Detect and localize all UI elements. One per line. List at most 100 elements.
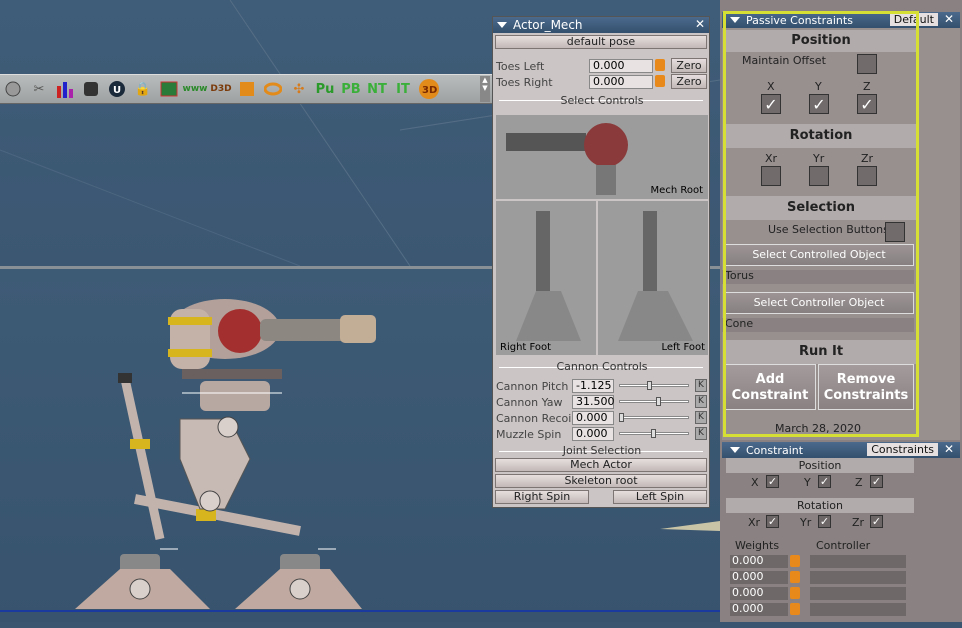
- weight-field-2[interactable]: 0.000: [730, 571, 788, 584]
- controller-object-field[interactable]: Cone: [722, 318, 914, 332]
- toes-right-field[interactable]: 0.000: [589, 75, 653, 89]
- weight-spinner-1[interactable]: [790, 555, 800, 567]
- toes-left-zero-button[interactable]: Zero: [671, 58, 707, 73]
- toolbar-scroll-arrows[interactable]: ▲ ▼: [480, 76, 490, 102]
- constraint-yr-checkbox[interactable]: ✓: [818, 515, 831, 528]
- cannon-pitch-knob[interactable]: [647, 381, 652, 390]
- left-spin-button[interactable]: Left Spin: [613, 490, 707, 504]
- weight-spinner-3[interactable]: [790, 587, 800, 599]
- nt-label[interactable]: NT: [366, 78, 388, 100]
- toes-right-spinner[interactable]: [655, 75, 665, 87]
- collapse-icon[interactable]: [730, 447, 740, 453]
- add-constraint-label: Add Constraint: [731, 372, 809, 403]
- lock-icon[interactable]: 🔒: [132, 78, 154, 100]
- position-y-checkbox[interactable]: ✓: [809, 94, 829, 114]
- weight-field-4[interactable]: 0.000: [730, 603, 788, 616]
- muzzle-spin-field[interactable]: 0.000: [572, 427, 614, 441]
- cannon-yaw-field[interactable]: 31.500: [572, 395, 615, 409]
- photo-icon[interactable]: [158, 78, 180, 100]
- collapse-icon[interactable]: [730, 17, 740, 23]
- remove-constraints-button[interactable]: Remove Constraints: [818, 364, 914, 410]
- toes-left-spinner[interactable]: [655, 59, 665, 71]
- skeleton-root-button[interactable]: Skeleton root: [495, 474, 707, 488]
- weight-field-3[interactable]: 0.000: [730, 587, 788, 600]
- weight-field-1[interactable]: 0.000: [730, 555, 788, 568]
- mech-root-label: Mech Root: [650, 185, 703, 196]
- constraint-zr-checkbox[interactable]: ✓: [870, 515, 883, 528]
- preset-dropdown[interactable]: Default: [889, 13, 938, 26]
- constraint-title-bar[interactable]: Constraint Constraints ✕: [722, 442, 960, 458]
- constraint-z-checkbox[interactable]: ✓: [870, 475, 883, 488]
- controller-field-2[interactable]: [810, 571, 906, 584]
- cannon-recoil-knob[interactable]: [619, 413, 624, 422]
- select-controlled-button[interactable]: Select Controlled Object: [724, 244, 914, 266]
- cannon-pitch-field[interactable]: -1.125: [572, 379, 614, 393]
- right-foot-thumbnail[interactable]: Right Foot: [496, 201, 596, 355]
- mech-root-thumbnail[interactable]: Mech Root: [496, 115, 708, 199]
- select-controller-button[interactable]: Select Controller Object: [724, 292, 914, 314]
- constraint-xr-checkbox[interactable]: ✓: [766, 515, 779, 528]
- muzzle-spin-knob[interactable]: [651, 429, 656, 438]
- cannon-pitch-slider[interactable]: [619, 384, 689, 387]
- rotation-yr-checkbox[interactable]: [809, 166, 829, 186]
- passive-constraints-panel: Passive Constraints Default ✕ Position M…: [722, 12, 960, 440]
- weight-spinner-2[interactable]: [790, 571, 800, 583]
- threed-icon[interactable]: 3D: [418, 78, 440, 100]
- actor-title-bar[interactable]: Actor_Mech ✕: [493, 17, 709, 33]
- position-x-checkbox[interactable]: ✓: [761, 94, 781, 114]
- pu-label[interactable]: Pu: [314, 78, 336, 100]
- right-spin-button[interactable]: Right Spin: [495, 490, 589, 504]
- rotation-zr-checkbox[interactable]: [857, 166, 877, 186]
- cannon-yaw-slider[interactable]: [619, 400, 689, 403]
- actor-mech-panel: Actor_Mech ✕ default pose Toes Left 0.00…: [492, 16, 710, 508]
- czr-label: Zr: [852, 516, 865, 529]
- constraint-x-checkbox[interactable]: ✓: [766, 475, 779, 488]
- constraint-title: Constraint: [746, 443, 804, 457]
- cannon-recoil-field[interactable]: 0.000: [572, 411, 614, 425]
- cannon-yaw-label: Cannon Yaw: [496, 396, 563, 409]
- left-foot-thumbnail[interactable]: Left Foot: [598, 201, 708, 355]
- grid-icon[interactable]: [236, 78, 258, 100]
- controller-heading: Controller: [816, 539, 871, 552]
- controller-field-4[interactable]: [810, 603, 906, 616]
- controlled-object-field[interactable]: Torus: [722, 270, 914, 284]
- close-icon[interactable]: ✕: [695, 17, 705, 31]
- cannon-yaw-key-button[interactable]: K: [695, 395, 707, 408]
- toes-left-field[interactable]: 0.000: [589, 59, 653, 73]
- pb-label[interactable]: PB: [340, 78, 362, 100]
- sphere-icon[interactable]: [2, 78, 24, 100]
- mech-actor-button[interactable]: Mech Actor: [495, 458, 707, 472]
- close-icon[interactable]: ✕: [944, 442, 954, 456]
- cannon-pitch-key-button[interactable]: K: [695, 379, 707, 392]
- use-selection-checkbox[interactable]: [885, 222, 905, 242]
- close-icon[interactable]: ✕: [944, 12, 954, 26]
- muzzle-spin-key-button[interactable]: K: [695, 427, 707, 440]
- controller-field-3[interactable]: [810, 587, 906, 600]
- default-pose-button[interactable]: default pose: [495, 35, 707, 49]
- position-z-checkbox[interactable]: ✓: [857, 94, 877, 114]
- bar-chart-icon[interactable]: [54, 78, 76, 100]
- constraint-y-checkbox[interactable]: ✓: [818, 475, 831, 488]
- add-constraint-button[interactable]: Add Constraint: [724, 364, 816, 410]
- constraints-tab[interactable]: Constraints: [867, 443, 938, 456]
- scissors-icon[interactable]: ✂: [28, 78, 50, 100]
- cannon-recoil-slider[interactable]: [619, 416, 689, 419]
- constraint-position-heading: Position: [726, 458, 914, 473]
- weight-spinner-4[interactable]: [790, 603, 800, 615]
- ring-icon[interactable]: [262, 78, 284, 100]
- toes-right-zero-button[interactable]: Zero: [671, 74, 707, 89]
- www-label[interactable]: www: [183, 78, 208, 100]
- cannon-recoil-key-button[interactable]: K: [695, 411, 707, 424]
- d3d-label[interactable]: D3D: [210, 78, 232, 100]
- selection-heading: Selection: [726, 196, 916, 220]
- collapse-icon[interactable]: [497, 22, 507, 28]
- box-icon[interactable]: [80, 78, 102, 100]
- cannon-yaw-knob[interactable]: [656, 397, 661, 406]
- controller-field-1[interactable]: [810, 555, 906, 568]
- unreal-icon[interactable]: U: [106, 78, 128, 100]
- passive-title-bar[interactable]: Passive Constraints Default ✕: [722, 12, 960, 28]
- rotation-xr-checkbox[interactable]: [761, 166, 781, 186]
- scatter-icon[interactable]: ✣: [288, 78, 310, 100]
- it-label[interactable]: IT: [392, 78, 414, 100]
- maintain-offset-checkbox[interactable]: [857, 54, 877, 74]
